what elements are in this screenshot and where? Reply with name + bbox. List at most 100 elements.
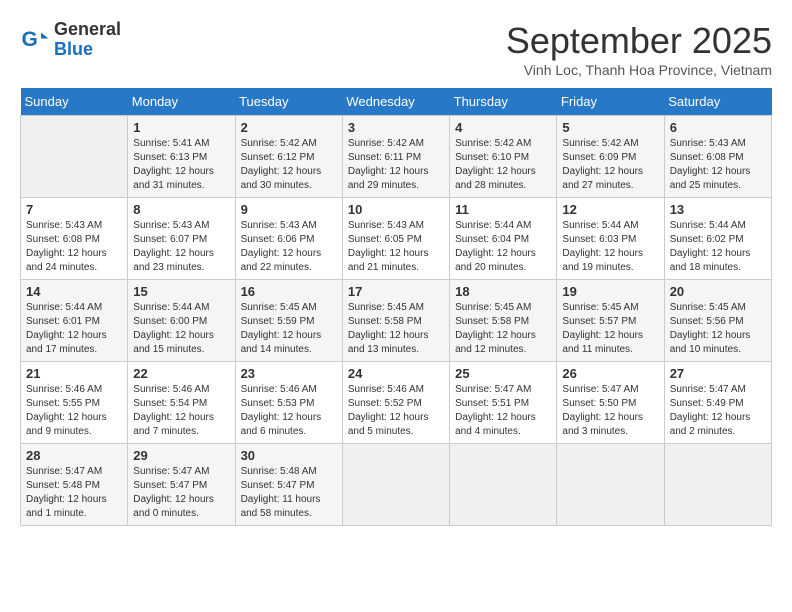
day-info: Sunrise: 5:45 AMSunset: 5:58 PMDaylight:… [348,301,444,357]
weekday-header: Tuesday [235,88,342,116]
svg-text:G: G [22,28,38,51]
calendar-cell [342,444,449,526]
day-info: Sunrise: 5:45 AMSunset: 5:59 PMDaylight:… [241,301,337,357]
day-number: 25 [455,366,551,381]
day-info: Sunrise: 5:42 AMSunset: 6:12 PMDaylight:… [241,137,337,193]
day-info: Sunrise: 5:44 AMSunset: 6:04 PMDaylight:… [455,219,551,275]
calendar-cell: 15 Sunrise: 5:44 AMSunset: 6:00 PMDayligh… [128,280,235,362]
weekday-header: Friday [557,88,664,116]
calendar-cell: 8Sunrise: 5:43 AMSunset: 6:07 PMDaylight… [128,198,235,280]
calendar-cell: 2Sunrise: 5:42 AMSunset: 6:12 PMDaylight… [235,116,342,198]
weekday-header-row: SundayMondayTuesdayWednesdayThursdayFrid… [21,88,772,116]
calendar-week-row: 7 Sunrise: 5:43 AMSunset: 6:08 PMDaylight… [21,198,772,280]
location: Vinh Loc, Thanh Hoa Province, Vietnam [506,62,772,78]
calendar-week-row: 21 Sunrise: 5:46 AMSunset: 5:55 PMDayligh… [21,362,772,444]
day-info: Sunrise: 5:44 AMSunset: 6:02 PMDaylight:… [670,219,766,275]
weekday-header: Saturday [664,88,771,116]
day-number: 20 [670,284,766,299]
day-number: 1 [133,120,229,135]
calendar-cell [450,444,557,526]
calendar-cell [664,444,771,526]
day-number: 23 [241,366,337,381]
calendar-table: SundayMondayTuesdayWednesdayThursdayFrid… [20,88,772,526]
calendar-week-row: 1Sunrise: 5:41 AMSunset: 6:13 PMDaylight… [21,116,772,198]
calendar-cell [557,444,664,526]
calendar-cell: 7 Sunrise: 5:43 AMSunset: 6:08 PMDaylight… [21,198,128,280]
day-info: Sunrise: 5:45 AMSunset: 5:58 PMDaylight:… [455,301,551,357]
calendar-cell: 27 Sunrise: 5:47 AMSunset: 5:49 PMDayligh… [664,362,771,444]
calendar-cell: 9 Sunrise: 5:43 AMSunset: 6:06 PMDaylight… [235,198,342,280]
day-info: Sunrise: 5:42 AMSunset: 6:09 PMDaylight:… [562,137,658,193]
day-number: 16 [241,284,337,299]
day-info: Sunrise: 5:42 AMSunset: 6:11 PMDaylight:… [348,137,444,193]
calendar-cell: 24 Sunrise: 5:46 AMSunset: 5:52 PMDayligh… [342,362,449,444]
calendar-cell: 13 Sunrise: 5:44 AMSunset: 6:02 PMDayligh… [664,198,771,280]
day-number: 3 [348,120,444,135]
logo-general: General [54,20,121,40]
day-number: 27 [670,366,766,381]
day-info: Sunrise: 5:48 AMSunset: 5:47 PMDaylight:… [241,465,337,521]
calendar-cell: 3 Sunrise: 5:42 AMSunset: 6:11 PMDaylight… [342,116,449,198]
day-info: Sunrise: 5:47 AMSunset: 5:50 PMDaylight:… [562,383,658,439]
calendar-cell: 20 Sunrise: 5:45 AMSunset: 5:56 PMDayligh… [664,280,771,362]
day-number: 8 [133,202,229,217]
day-number: 29 [133,448,229,463]
calendar-cell: 21 Sunrise: 5:46 AMSunset: 5:55 PMDayligh… [21,362,128,444]
calendar-cell: 1Sunrise: 5:41 AMSunset: 6:13 PMDaylight… [128,116,235,198]
day-info: Sunrise: 5:45 AMSunset: 5:56 PMDaylight:… [670,301,766,357]
calendar-week-row: 28Sunrise: 5:47 AMSunset: 5:48 PMDayligh… [21,444,772,526]
day-info: Sunrise: 5:46 AMSunset: 5:53 PMDaylight:… [241,383,337,439]
day-info: Sunrise: 5:43 AMSunset: 6:05 PMDaylight:… [348,219,444,275]
day-number: 12 [562,202,658,217]
day-info: Sunrise: 5:47 AMSunset: 5:49 PMDaylight:… [670,383,766,439]
calendar-cell: 18 Sunrise: 5:45 AMSunset: 5:58 PMDayligh… [450,280,557,362]
calendar-cell: 30 Sunrise: 5:48 AMSunset: 5:47 PMDayligh… [235,444,342,526]
day-info: Sunrise: 5:46 AMSunset: 5:54 PMDaylight:… [133,383,229,439]
calendar-cell: 25 Sunrise: 5:47 AMSunset: 5:51 PMDayligh… [450,362,557,444]
day-number: 30 [241,448,337,463]
calendar-cell: 11Sunrise: 5:44 AMSunset: 6:04 PMDayligh… [450,198,557,280]
day-info: Sunrise: 5:47 AMSunset: 5:48 PMDaylight:… [26,465,122,521]
logo-text: General Blue [54,20,121,60]
day-number: 14 [26,284,122,299]
day-info: Sunrise: 5:45 AMSunset: 5:57 PMDaylight:… [562,301,658,357]
day-info: Sunrise: 5:46 AMSunset: 5:52 PMDaylight:… [348,383,444,439]
month-title: September 2025 [506,20,772,62]
calendar-cell: 19 Sunrise: 5:45 AMSunset: 5:57 PMDayligh… [557,280,664,362]
calendar-cell [21,116,128,198]
logo: G General Blue [20,20,121,60]
day-info: Sunrise: 5:43 AMSunset: 6:06 PMDaylight:… [241,219,337,275]
title-area: September 2025 Vinh Loc, Thanh Hoa Provi… [506,20,772,78]
day-number: 13 [670,202,766,217]
calendar-cell: 17Sunrise: 5:45 AMSunset: 5:58 PMDayligh… [342,280,449,362]
calendar-cell: 4Sunrise: 5:42 AMSunset: 6:10 PMDaylight… [450,116,557,198]
day-number: 19 [562,284,658,299]
calendar-cell: 6Sunrise: 5:43 AMSunset: 6:08 PMDaylight… [664,116,771,198]
day-number: 22 [133,366,229,381]
calendar-cell: 29Sunrise: 5:47 AMSunset: 5:47 PMDayligh… [128,444,235,526]
weekday-header: Wednesday [342,88,449,116]
day-number: 24 [348,366,444,381]
day-number: 10 [348,202,444,217]
day-number: 5 [562,120,658,135]
day-number: 4 [455,120,551,135]
day-number: 26 [562,366,658,381]
day-number: 6 [670,120,766,135]
calendar-cell: 5 Sunrise: 5:42 AMSunset: 6:09 PMDaylight… [557,116,664,198]
day-number: 9 [241,202,337,217]
calendar-cell: 16 Sunrise: 5:45 AMSunset: 5:59 PMDayligh… [235,280,342,362]
calendar-cell: 28Sunrise: 5:47 AMSunset: 5:48 PMDayligh… [21,444,128,526]
day-number: 21 [26,366,122,381]
calendar-cell: 26 Sunrise: 5:47 AMSunset: 5:50 PMDayligh… [557,362,664,444]
day-info: Sunrise: 5:47 AMSunset: 5:51 PMDaylight:… [455,383,551,439]
day-info: Sunrise: 5:43 AMSunset: 6:08 PMDaylight:… [26,219,122,275]
day-number: 18 [455,284,551,299]
day-info: Sunrise: 5:44 AMSunset: 6:01 PMDaylight:… [26,301,122,357]
weekday-header: Sunday [21,88,128,116]
logo-blue: Blue [54,40,121,60]
day-number: 15 [133,284,229,299]
day-info: Sunrise: 5:44 AMSunset: 6:00 PMDaylight:… [133,301,229,357]
day-number: 7 [26,202,122,217]
weekday-header: Thursday [450,88,557,116]
day-info: Sunrise: 5:46 AMSunset: 5:55 PMDaylight:… [26,383,122,439]
